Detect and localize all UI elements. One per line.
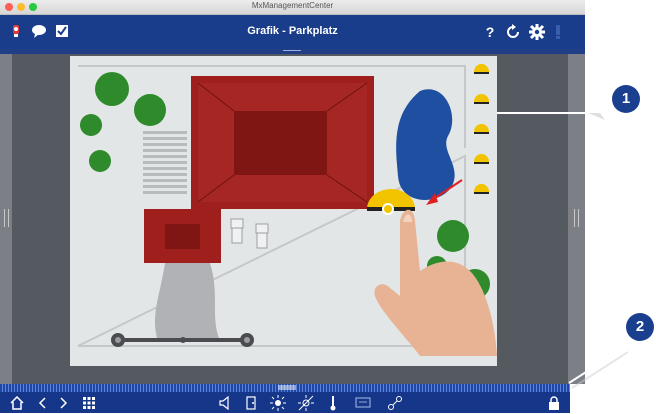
- callout-1: 1: [612, 85, 640, 113]
- callout-leaders: [497, 112, 629, 389]
- callout-2: 2: [626, 313, 654, 341]
